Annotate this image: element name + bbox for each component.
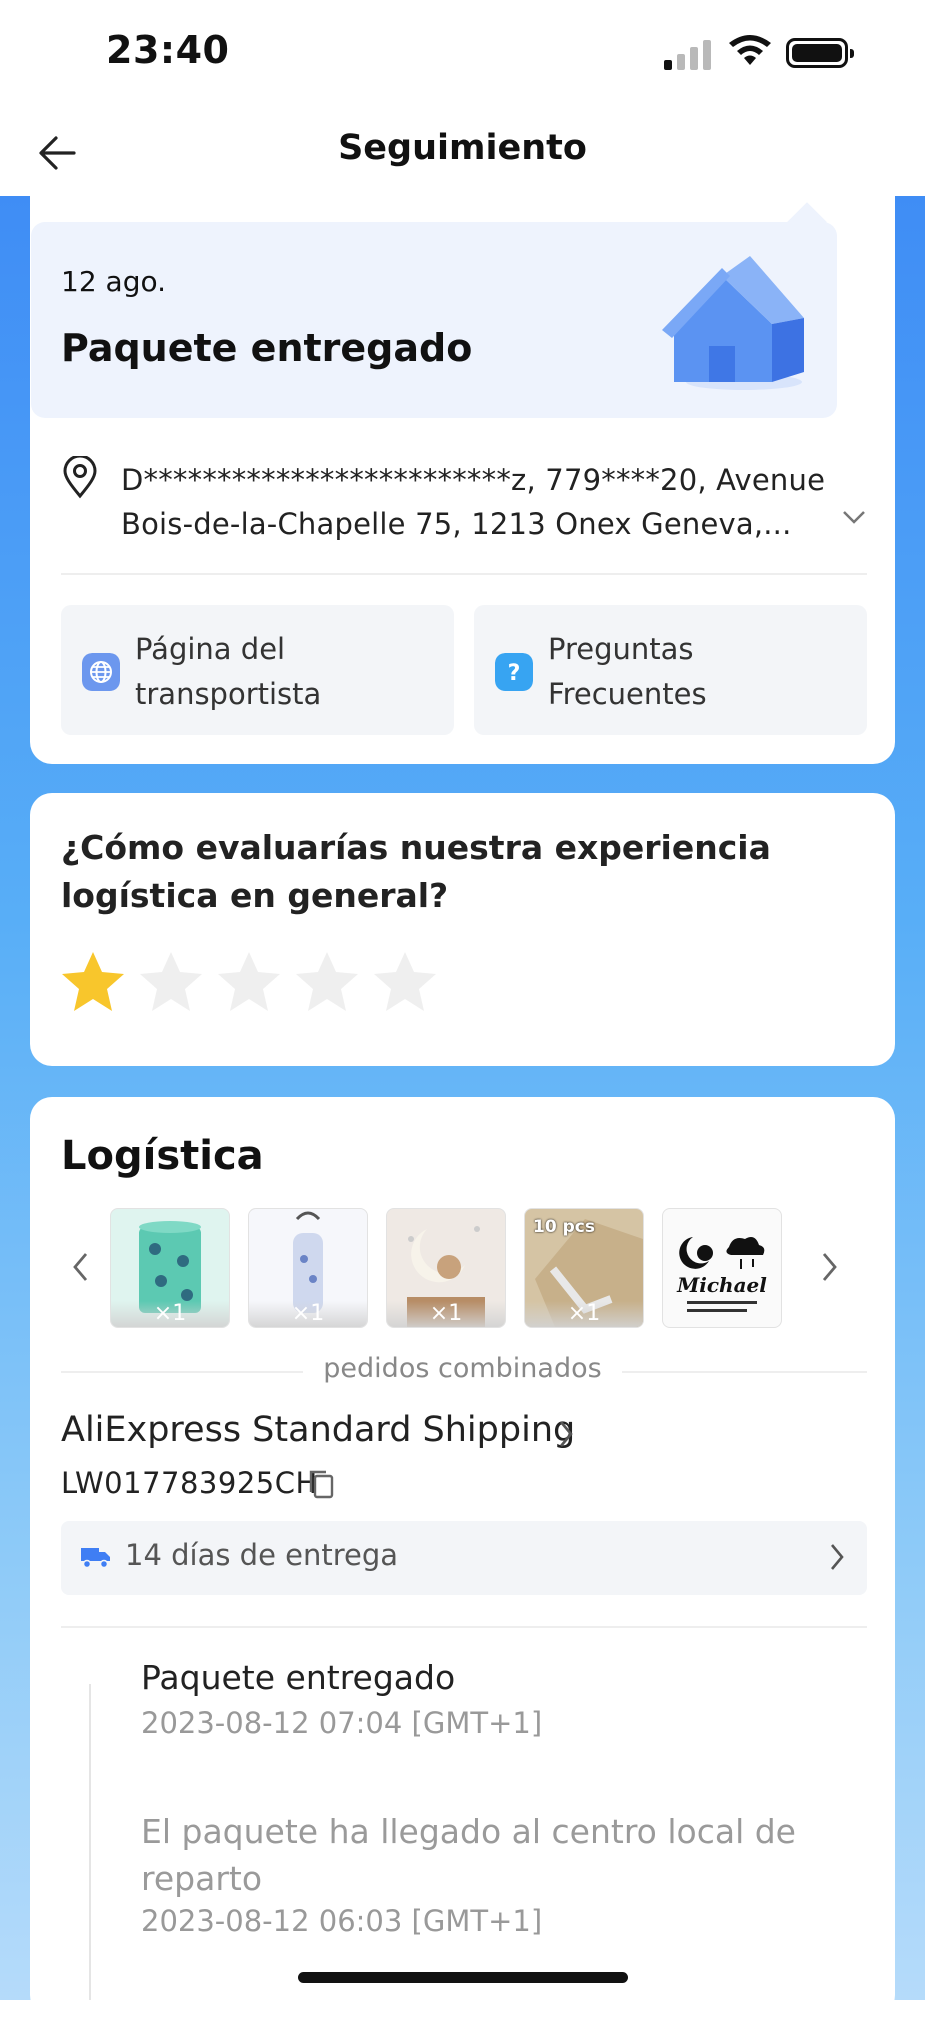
faq-label: Preguntas Frecuentes	[548, 632, 707, 711]
carrier-page-label: Página del transportista	[135, 632, 322, 711]
quantity-badge: ×1	[525, 1301, 643, 1327]
star-icon[interactable]	[292, 948, 362, 1018]
sticker-name-text: Michael	[677, 1273, 767, 1297]
top-navigation-bar: Seguimiento	[0, 110, 925, 196]
delivery-address: D*************************z, 779****20, …	[121, 463, 826, 541]
product-thumbnail[interactable]: ×1	[248, 1208, 368, 1328]
star-rating[interactable]	[58, 948, 448, 1022]
delivery-eta-text: 14 días de entrega	[125, 1538, 399, 1572]
house-icon	[662, 256, 804, 390]
tracking-number: LW017783925CH	[61, 1466, 318, 1500]
carrier-page-button[interactable]: Página del transportista	[61, 605, 454, 735]
timeline-event-title: El paquete ha llegado al centro local de…	[141, 1812, 796, 1898]
star-icon[interactable]	[58, 948, 128, 1018]
copy-icon[interactable]	[306, 1468, 336, 1500]
battery-icon	[786, 38, 854, 68]
pack-badge: 10 pcs	[533, 1217, 595, 1237]
faq-button[interactable]: ? Preguntas Frecuentes	[474, 605, 867, 735]
product-thumbnail[interactable]: 10 pcs ×1	[524, 1208, 644, 1328]
logistics-title: Logística	[61, 1133, 264, 1179]
chevron-right-icon[interactable]	[556, 1418, 576, 1450]
question-icon: ?	[495, 653, 533, 691]
chevron-right-icon	[831, 1544, 844, 1570]
product-thumbnail[interactable]: Michael	[662, 1208, 782, 1328]
delivery-status: Paquete entregado	[61, 326, 473, 370]
divider	[61, 573, 867, 575]
star-icon[interactable]	[136, 948, 206, 1018]
divider	[61, 1626, 867, 1628]
truck-icon	[81, 1548, 110, 1569]
delivery-date: 12 ago.	[61, 265, 166, 298]
status-bar: 23:40	[0, 0, 925, 110]
product-thumbnail[interactable]: ×1	[386, 1208, 506, 1328]
timeline-event-time: 2023-08-12 07:04 [GMT+1]	[141, 1706, 543, 1740]
name-sticker-icon	[679, 1237, 765, 1312]
rating-question: ¿Cómo evaluarías nuestra experiencia log…	[61, 828, 771, 915]
timeline-event-time: 2023-08-12 06:03 [GMT+1]	[141, 1904, 543, 1938]
location-pin-icon	[63, 456, 97, 499]
star-icon[interactable]	[370, 948, 440, 1018]
quantity-badge: ×1	[387, 1301, 505, 1327]
chevron-right-icon[interactable]	[818, 1250, 840, 1284]
chevron-down-icon[interactable]	[840, 507, 868, 527]
star-icon[interactable]	[214, 948, 284, 1018]
timeline-line	[89, 1684, 91, 2000]
page-title: Seguimiento	[338, 128, 587, 168]
svg-text:?: ?	[508, 661, 521, 686]
timeline-event-title: Paquete entregado	[141, 1658, 456, 1697]
home-indicator	[298, 1972, 628, 1983]
quantity-badge: ×1	[111, 1301, 229, 1327]
wifi-icon	[729, 35, 771, 65]
delivery-eta-row[interactable]: 14 días de entrega	[61, 1521, 867, 1595]
product-thumbnails: ×1 ×1 ×1 10 pcs ×1 Michael	[110, 1208, 800, 1328]
quantity-badge: ×1	[249, 1301, 367, 1327]
carrier-name[interactable]: AliExpress Standard Shipping	[61, 1410, 575, 1450]
chevron-left-icon[interactable]	[70, 1250, 92, 1284]
combined-orders-label: pedidos combinados	[0, 1353, 925, 1384]
status-time: 23:40	[106, 28, 230, 72]
cellular-signal-icon	[664, 38, 714, 70]
product-thumbnail[interactable]: ×1	[110, 1208, 230, 1328]
globe-icon	[82, 653, 120, 691]
